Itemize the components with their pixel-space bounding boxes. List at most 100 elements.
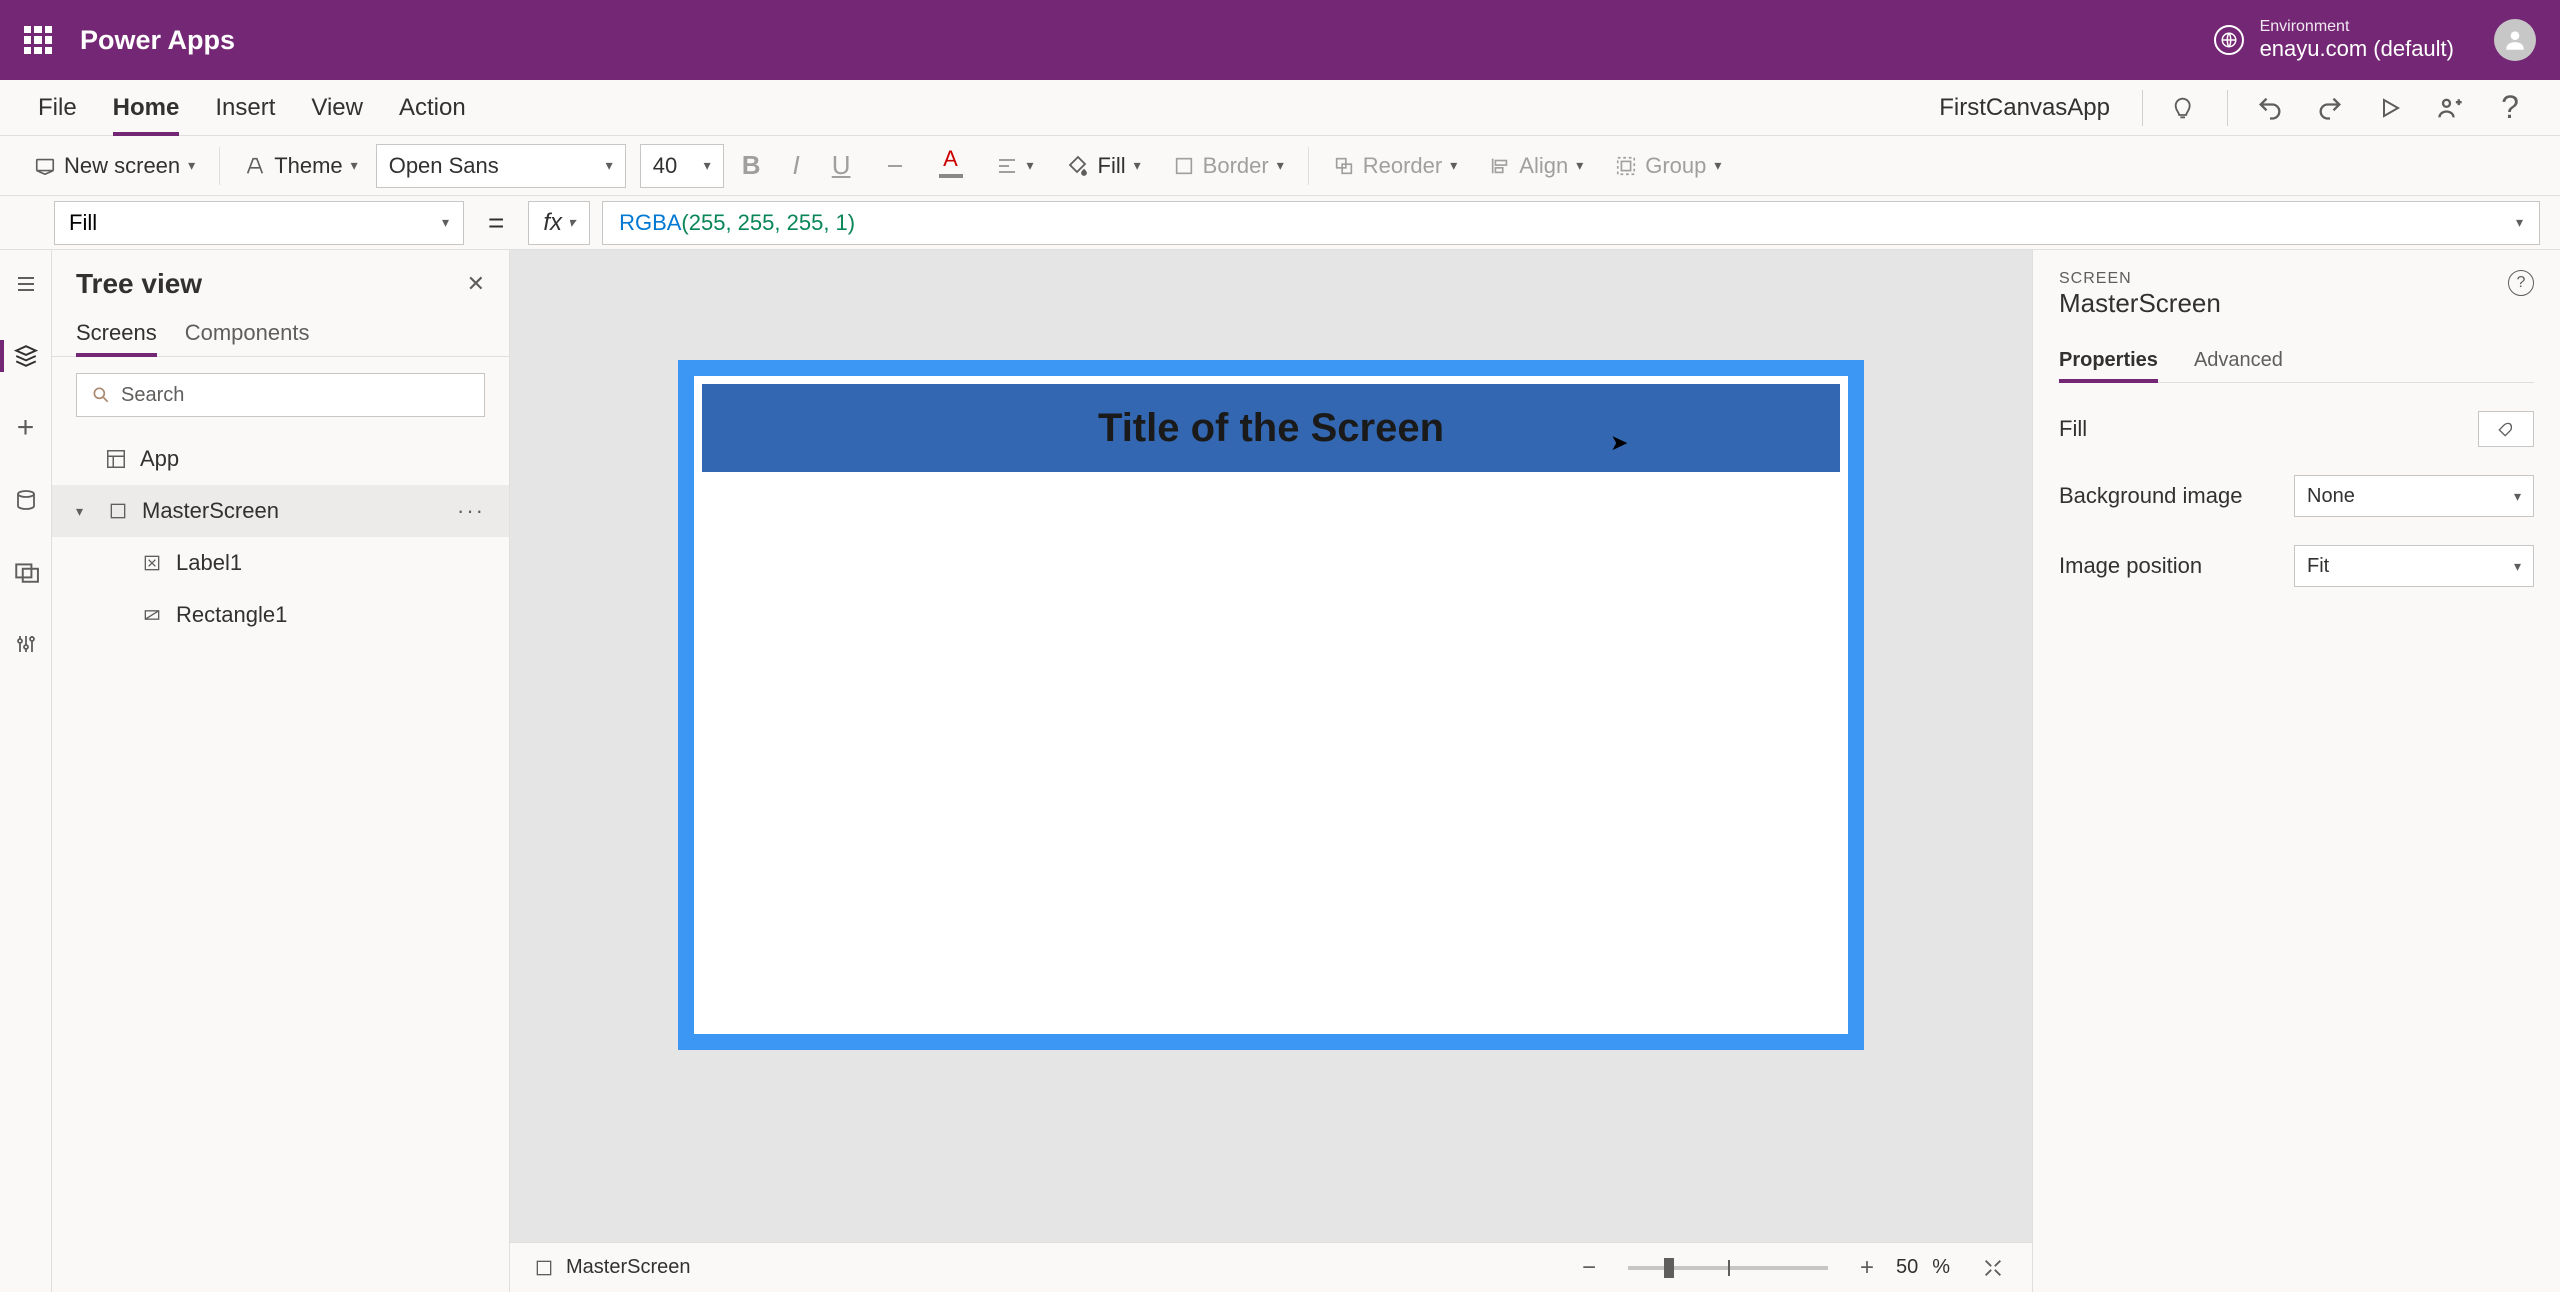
border-label: Border	[1203, 153, 1269, 179]
share-icon[interactable]	[2428, 86, 2472, 130]
tree-tabs: Screens Components	[52, 310, 509, 357]
fx-button[interactable]: fx ▾	[528, 201, 590, 245]
environment-block[interactable]: Environment enayu.com (default)	[2260, 18, 2454, 62]
imgpos-value: Fit	[2307, 555, 2329, 578]
chevron-down-icon: ▾	[188, 157, 195, 174]
redo-icon[interactable]	[2308, 86, 2352, 130]
chevron-down-icon: ▾	[704, 157, 711, 174]
prop-bgimage-label: Background image	[2059, 483, 2242, 509]
font-size-value: 40	[653, 153, 677, 179]
menu-home[interactable]: Home	[95, 80, 198, 135]
imgpos-select[interactable]: Fit ▾	[2294, 545, 2534, 587]
menu-file[interactable]: File	[20, 80, 95, 135]
tab-screens[interactable]: Screens	[76, 310, 157, 356]
rail-hamburger-icon[interactable]	[8, 266, 44, 302]
tab-components[interactable]: Components	[185, 310, 310, 356]
play-icon[interactable]	[2368, 86, 2412, 130]
prop-row-imgpos: Image position Fit ▾	[2059, 545, 2534, 587]
close-icon[interactable]: ✕	[467, 271, 485, 297]
prop-fill-label: Fill	[2059, 416, 2087, 442]
rail-tree-icon[interactable]	[8, 338, 44, 374]
font-color-button[interactable]: A	[925, 144, 977, 188]
theme-label: Theme	[274, 153, 342, 179]
screen-icon	[106, 499, 130, 523]
rail-media-icon[interactable]	[8, 554, 44, 590]
theme-button[interactable]: Theme ▾	[230, 144, 372, 188]
canvas-viewport[interactable]: Title of the Screen ➤	[510, 250, 2032, 1242]
properties-panel: SCREEN MasterScreen ? Properties Advance…	[2032, 250, 2560, 1292]
zoom-in-button[interactable]: +	[1852, 1253, 1882, 1283]
equals-sign: =	[476, 207, 516, 239]
property-name: Fill	[69, 210, 97, 236]
tab-advanced[interactable]: Advanced	[2194, 339, 2283, 382]
bgimage-value: None	[2307, 485, 2355, 508]
fill-swatch[interactable]	[2478, 411, 2534, 447]
rectangle-icon	[140, 603, 164, 627]
prop-row-fill: Fill	[2059, 411, 2534, 447]
undo-icon[interactable]	[2248, 86, 2292, 130]
bold-button[interactable]: B	[728, 144, 775, 188]
formula-bar: Fill ▾ = fx ▾ RGBA(255, 255, 255, 1) ▾	[0, 196, 2560, 250]
tree-item-rectangle1[interactable]: Rectangle1	[52, 589, 509, 641]
app-title: Power Apps	[80, 25, 235, 56]
more-icon[interactable]: ···	[457, 498, 485, 524]
menu-action[interactable]: Action	[381, 80, 484, 135]
canvas-title-label[interactable]: Title of the Screen	[1098, 406, 1444, 451]
border-button[interactable]: Border ▾	[1159, 144, 1298, 188]
group-button[interactable]: Group ▾	[1601, 144, 1735, 188]
help-icon[interactable]: ?	[2488, 86, 2532, 130]
bgimage-select[interactable]: None ▾	[2294, 475, 2534, 517]
tree-item-label1[interactable]: Label1	[52, 537, 509, 589]
canvas-rectangle[interactable]: Title of the Screen	[702, 384, 1840, 472]
fill-color-button[interactable]: Fill ▾	[1052, 144, 1155, 188]
prop-imgpos-label: Image position	[2059, 553, 2202, 579]
fit-screen-icon[interactable]	[1978, 1253, 2008, 1283]
tree-item-app[interactable]: App	[52, 433, 509, 485]
font-select[interactable]: Open Sans ▾	[376, 144, 626, 188]
canvas-screen[interactable]: Title of the Screen ➤	[678, 360, 1864, 1050]
tab-properties[interactable]: Properties	[2059, 339, 2158, 382]
reorder-button[interactable]: Reorder ▾	[1319, 144, 1472, 188]
environment-label: Environment	[2260, 18, 2454, 36]
user-avatar[interactable]	[2494, 19, 2536, 61]
app-name-label[interactable]: FirstCanvasApp	[1939, 94, 2110, 122]
chevron-down-icon[interactable]: ▾	[76, 503, 94, 520]
environment-icon[interactable]	[2214, 25, 2244, 55]
zoom-slider[interactable]	[1628, 1266, 1828, 1270]
fx-label: fx	[543, 209, 562, 237]
search-placeholder: Search	[121, 384, 184, 407]
environment-name: enayu.com (default)	[2260, 36, 2454, 62]
waffle-icon[interactable]	[24, 26, 52, 54]
new-screen-button[interactable]: New screen ▾	[20, 144, 209, 188]
align-button[interactable]: Align ▾	[1475, 144, 1597, 188]
tree-item-label: Label1	[176, 550, 242, 576]
rail-insert-icon[interactable]: +	[8, 410, 44, 446]
chevron-down-icon: ▾	[1277, 157, 1284, 174]
chevron-down-icon: ▾	[1714, 157, 1721, 174]
italic-button[interactable]: I	[778, 144, 813, 188]
footer-screen-name[interactable]: MasterScreen	[566, 1256, 691, 1279]
screen-icon	[534, 1258, 554, 1278]
formula-input[interactable]: RGBA(255, 255, 255, 1) ▾	[602, 201, 2540, 245]
help-icon[interactable]: ?	[2508, 270, 2534, 296]
align-label: Align	[1519, 153, 1568, 179]
tree-panel: Tree view ✕ Screens Components Search Ap…	[52, 250, 510, 1292]
chevron-down-icon: ▾	[442, 214, 449, 231]
strikethrough-button[interactable]	[869, 144, 921, 188]
menu-view[interactable]: View	[293, 80, 381, 135]
rail-advanced-icon[interactable]	[8, 626, 44, 662]
tree-item-masterscreen[interactable]: ▾ MasterScreen ···	[52, 485, 509, 537]
underline-button[interactable]: U	[818, 144, 865, 188]
chevron-down-icon[interactable]: ▾	[2516, 214, 2523, 231]
zoom-thumb[interactable]	[1664, 1258, 1674, 1278]
property-dropdown[interactable]: Fill ▾	[54, 201, 464, 245]
app-checker-icon[interactable]	[2163, 86, 2207, 130]
font-size-select[interactable]: 40 ▾	[640, 144, 724, 188]
search-input[interactable]: Search	[76, 373, 485, 417]
rail-data-icon[interactable]	[8, 482, 44, 518]
menu-insert[interactable]: Insert	[197, 80, 293, 135]
app-header: Power Apps Environment enayu.com (defaul…	[0, 0, 2560, 80]
tree-item-label: Rectangle1	[176, 602, 287, 628]
text-align-button[interactable]: ▾	[981, 144, 1048, 188]
zoom-out-button[interactable]: −	[1574, 1253, 1604, 1283]
